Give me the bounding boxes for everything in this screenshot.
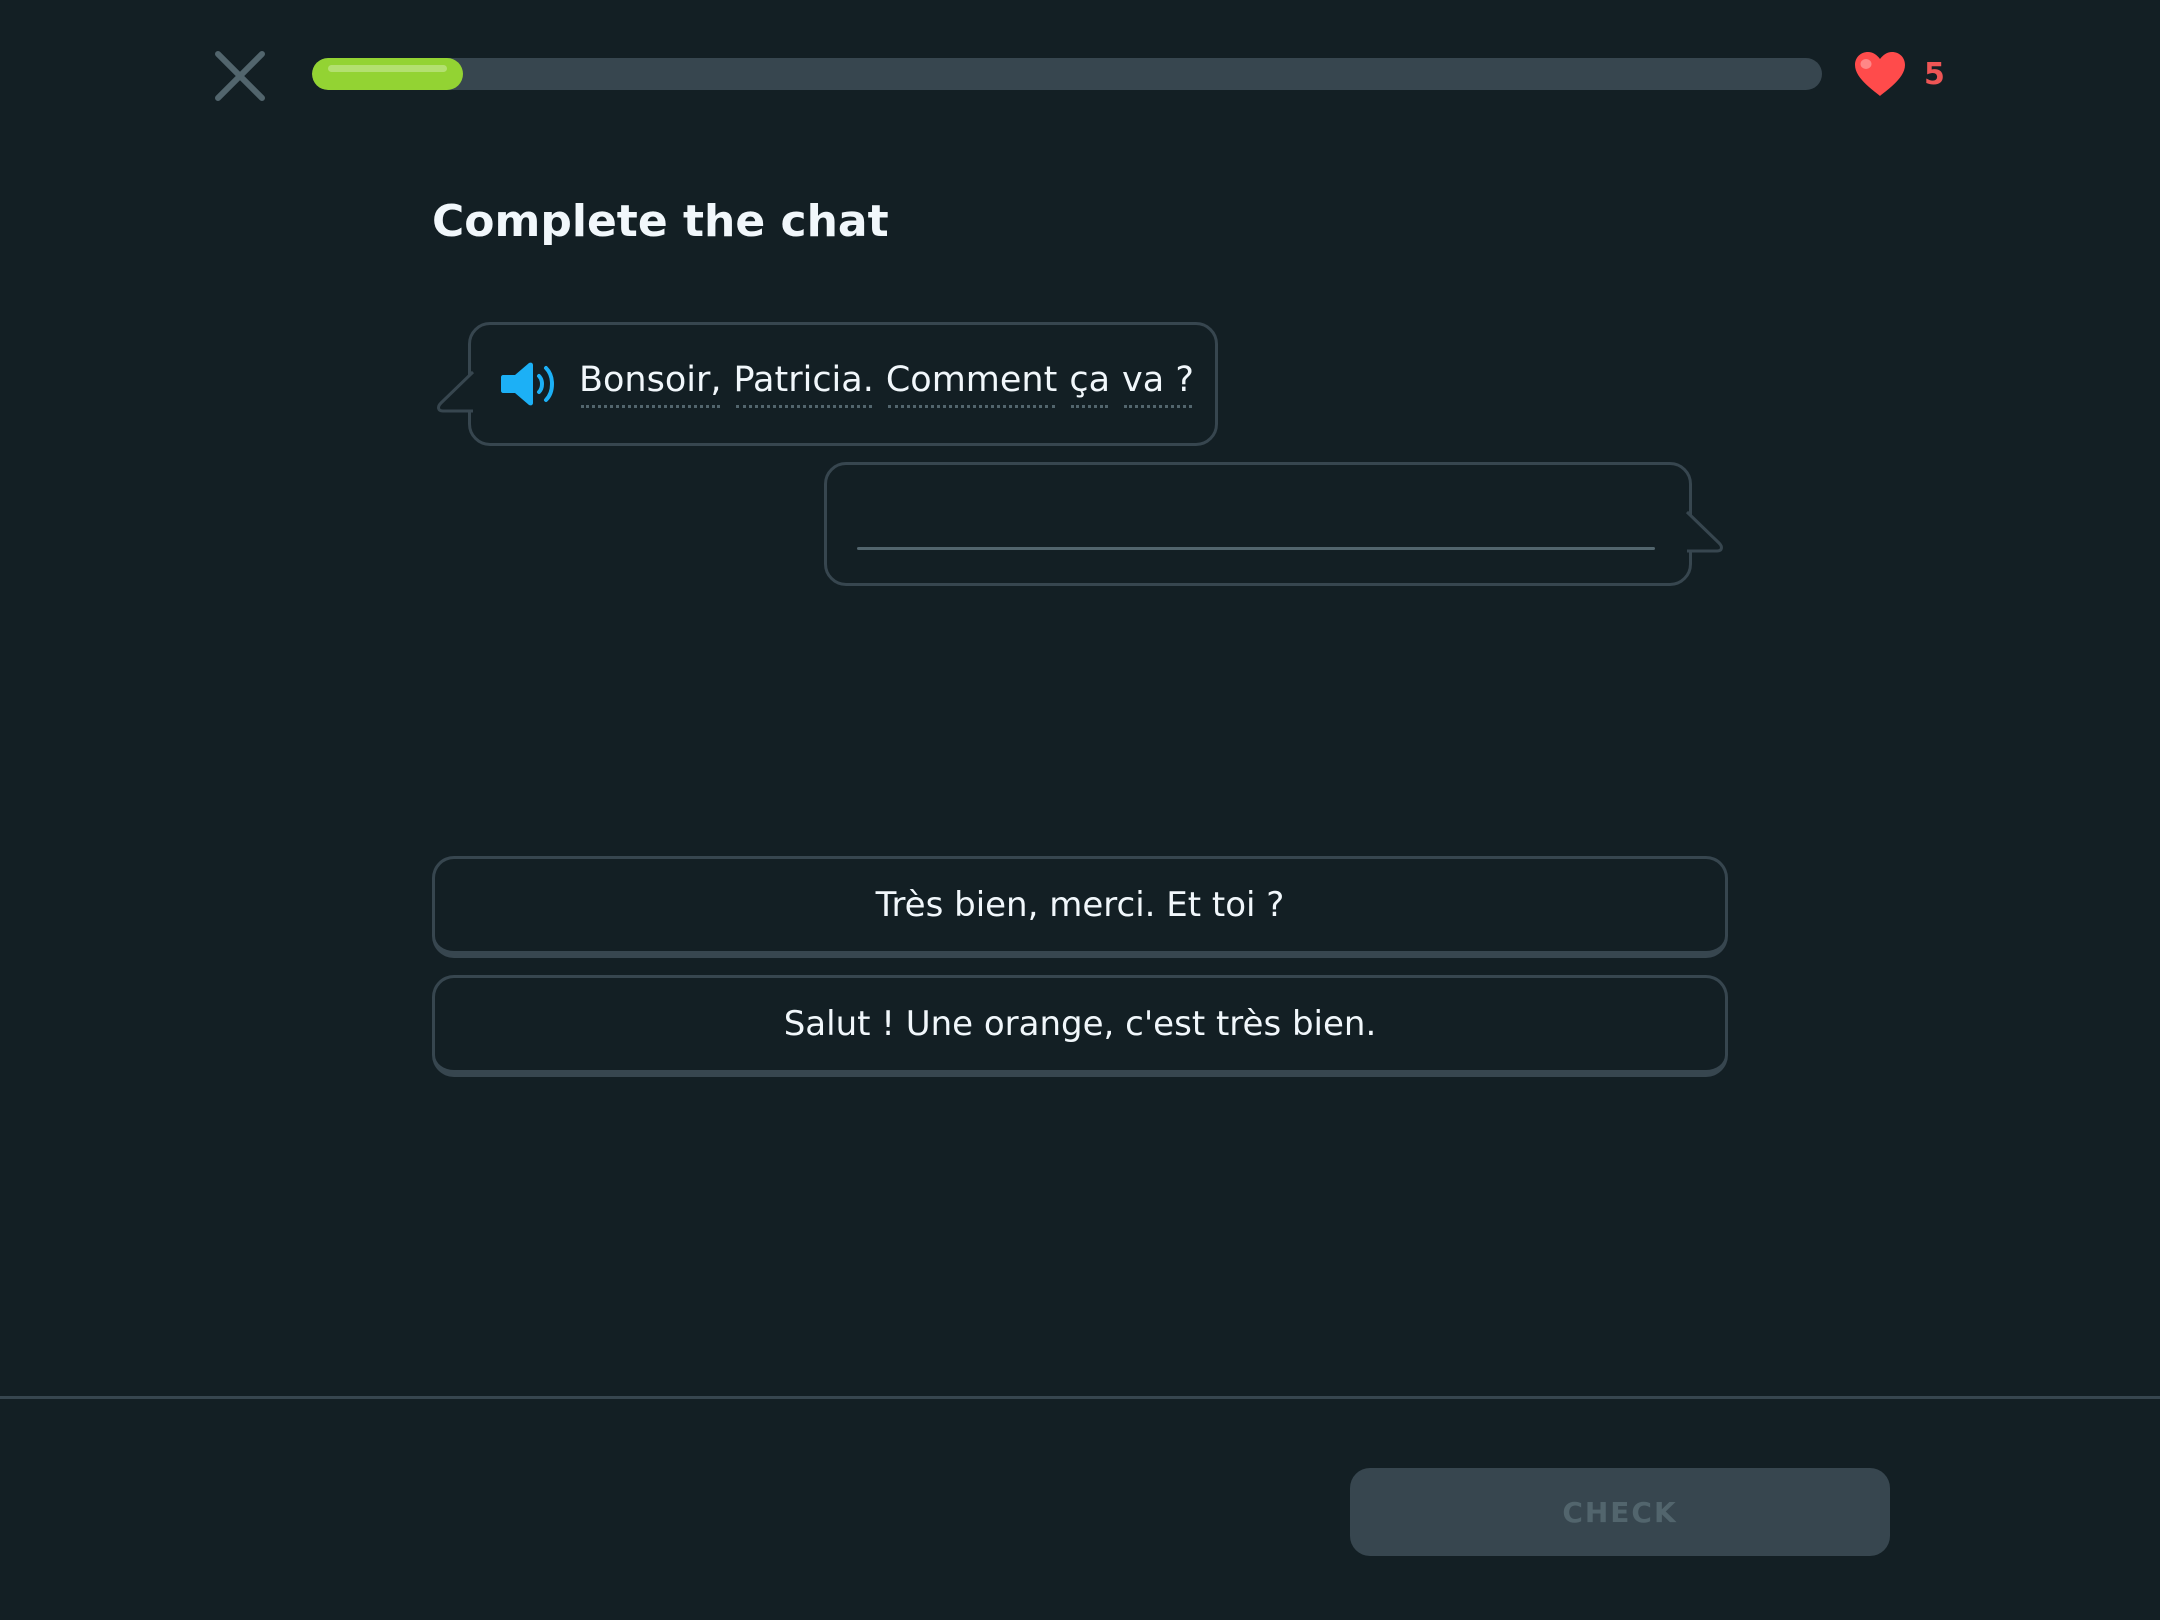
prompt-word[interactable]: Patricia. [734, 360, 874, 408]
prompt-word[interactable]: Comment [886, 360, 1057, 408]
lesson-progress-fill [312, 58, 463, 90]
close-icon [215, 51, 265, 101]
heart-icon [1855, 52, 1905, 96]
close-button[interactable] [212, 48, 268, 104]
lesson-progress-bar [312, 58, 1822, 90]
answer-chat-bubble[interactable] [824, 462, 1723, 586]
answer-choice[interactable]: Salut ! Une orange, c'est très bien. [432, 975, 1728, 1077]
prompt-chat-bubble: Bonsoir, Patricia. Comment ça va ? [437, 322, 1218, 446]
answer-choice[interactable]: Très bien, merci. Et toi ? [432, 856, 1728, 958]
speaker-icon [501, 362, 554, 406]
prompt-word[interactable]: Bonsoir, [579, 360, 722, 408]
prompt-sentence: Bonsoir, Patricia. Comment ça va ? [579, 360, 1194, 408]
answer-blank [857, 547, 1655, 550]
prompt-word[interactable]: va ? [1122, 360, 1194, 408]
page-title: Complete the chat [432, 196, 889, 247]
prompt-word[interactable]: ça [1069, 360, 1110, 408]
bubble-tail [1685, 510, 1723, 553]
hearts-counter[interactable]: 5 [1852, 48, 1945, 100]
footer-divider [0, 1396, 2160, 1399]
check-button[interactable]: CHECK [1350, 1468, 1890, 1556]
play-audio-button[interactable] [501, 361, 559, 407]
hearts-count: 5 [1924, 56, 1945, 92]
bubble-tail [437, 370, 475, 413]
